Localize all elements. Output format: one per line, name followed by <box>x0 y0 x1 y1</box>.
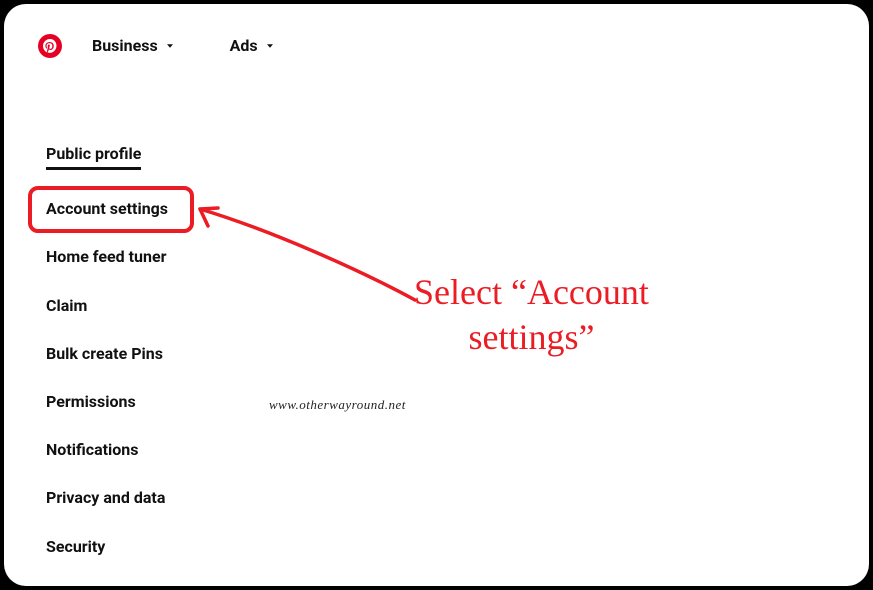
nav-ads[interactable]: Ads <box>228 32 278 59</box>
sidebar-item-security[interactable]: Security <box>46 537 105 556</box>
settings-sidebar: Public profile Account settings Home fee… <box>46 144 168 556</box>
sidebar-item-privacy-and-data[interactable]: Privacy and data <box>46 488 165 507</box>
sidebar-item-permissions[interactable]: Permissions <box>46 392 136 411</box>
app-card: Business Ads Public profile Account sett… <box>4 4 869 586</box>
annotation-arrow-icon <box>190 200 420 320</box>
sidebar-item-account-settings[interactable]: Account settings <box>46 199 168 218</box>
sidebar-item-bulk-create-pins[interactable]: Bulk create Pins <box>46 344 163 363</box>
annotation-callout-line2: settings” <box>468 317 594 357</box>
chevron-down-icon <box>164 40 176 52</box>
nav-ads-label: Ads <box>230 36 258 55</box>
annotation-callout-line1: Select “Account <box>414 272 649 312</box>
sidebar-item-home-feed-tuner[interactable]: Home feed tuner <box>46 247 166 266</box>
nav-business-label: Business <box>92 36 158 55</box>
sidebar-item-notifications[interactable]: Notifications <box>46 440 139 459</box>
nav-business[interactable]: Business <box>90 32 178 59</box>
top-nav: Business Ads <box>38 32 278 59</box>
pinterest-logo-icon <box>38 34 62 58</box>
annotation-callout: Select “Account settings” <box>414 270 649 360</box>
chevron-down-icon <box>264 40 276 52</box>
sidebar-item-public-profile[interactable]: Public profile <box>46 144 141 170</box>
watermark-text: www.otherwayround.net <box>269 397 406 413</box>
sidebar-item-claim[interactable]: Claim <box>46 296 87 315</box>
